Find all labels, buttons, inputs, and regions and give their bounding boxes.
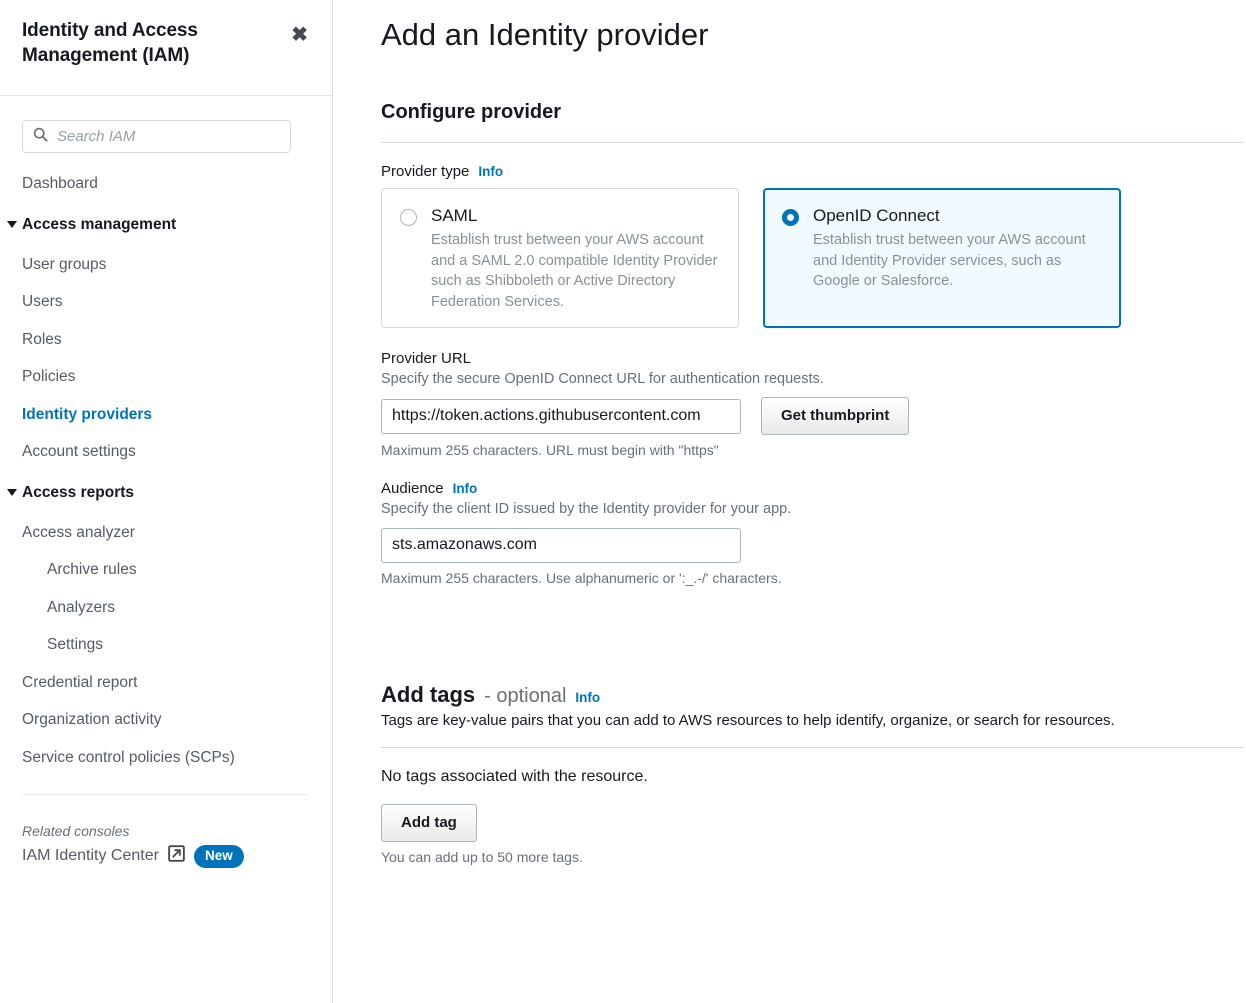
radio-card-openid-connect[interactable]: OpenID Connect Establish trust between y… <box>763 188 1121 328</box>
provider-url-input[interactable] <box>381 398 741 434</box>
provider-url-label: Provider URL <box>381 349 472 367</box>
sidebar-item-credential-report[interactable]: Credential report <box>22 664 310 702</box>
related-consoles-label: Related consoles <box>22 823 130 839</box>
section-divider <box>381 142 1244 144</box>
audience-description: Specify the client ID issued by the Iden… <box>381 501 792 518</box>
tags-title-row: Add tags - optional Info <box>381 682 1246 708</box>
sidebar-item-users[interactable]: Users <box>22 283 310 321</box>
sidebar-item-access-analyzer[interactable]: Access analyzer <box>22 514 310 552</box>
sidebar-item-settings[interactable]: Settings <box>22 626 310 664</box>
tags-title: Add tags <box>381 681 476 707</box>
tags-divider <box>381 746 1244 748</box>
page-title: Add an Identity provider <box>381 17 709 52</box>
sidebar-group-label: Access management <box>22 215 177 233</box>
chevron-down-icon <box>7 221 17 228</box>
search-icon <box>33 127 48 147</box>
sidebar-group-access-management[interactable]: Access management <box>7 203 310 246</box>
search-input[interactable] <box>48 127 248 146</box>
sidebar-item-dashboard[interactable]: Dashboard <box>22 165 310 203</box>
sidebar-group-label: Access reports <box>22 483 135 501</box>
audience-label-row: Audience Info <box>381 480 1246 497</box>
app-root: Identity and Access Management (IAM) ✖ D… <box>0 0 1246 1003</box>
provider-url-hint: Maximum 255 characters. URL must begin w… <box>381 442 719 459</box>
status-badge-new: New <box>193 845 244 868</box>
sidebar-item-service-control-policies[interactable]: Service control policies (SCPs) <box>22 739 310 777</box>
radio-card-openid-connect-title: OpenID Connect <box>813 206 940 226</box>
sidebar-header: Identity and Access Management (IAM) ✖ <box>0 0 332 96</box>
tags-empty-message: No tags associated with the resource. <box>381 767 648 785</box>
provider-url-description: Specify the secure OpenID Connect URL fo… <box>381 370 824 387</box>
sidebar-title: Identity and Access Management (IAM) <box>22 20 198 67</box>
external-link-icon[interactable] <box>168 845 185 867</box>
sidebar-item-policies[interactable]: Policies <box>22 358 310 396</box>
sidebar-item-account-settings[interactable]: Account settings <box>22 433 310 471</box>
radio-button-openid-connect[interactable] <box>782 209 799 227</box>
sidebar-body: Dashboard Access management User groups … <box>0 96 332 868</box>
sidebar-item-organization-activity[interactable]: Organization activity <box>22 701 310 739</box>
audience-label: Audience <box>381 480 444 498</box>
sidebar-item-identity-providers[interactable]: Identity providers <box>22 396 310 434</box>
related-consoles-row: IAM Identity Center New <box>22 845 310 868</box>
related-console-iam-identity-center[interactable]: IAM Identity Center <box>22 847 159 865</box>
audience-input-row <box>381 527 1246 563</box>
radio-card-saml-title: SAML <box>431 206 478 226</box>
radio-card-openid-connect-description: Establish trust between your AWS account… <box>813 232 1086 290</box>
provider-type-label-row: Provider type Info <box>381 163 1246 180</box>
sidebar-item-roles[interactable]: Roles <box>22 321 310 359</box>
audience-input[interactable] <box>381 527 741 563</box>
sidebar-item-analyzers[interactable]: Analyzers <box>22 589 310 627</box>
tags-optional-label: - optional <box>484 684 567 707</box>
section-title-configure-provider: Configure provider <box>381 101 562 124</box>
close-icon[interactable]: ✖ <box>287 23 312 47</box>
info-link-tags[interactable]: Info <box>575 690 600 705</box>
provider-type-label: Provider type <box>381 163 470 181</box>
tags-limit-hint: You can add up to 50 more tags. <box>381 848 583 865</box>
sidebar-item-user-groups[interactable]: User groups <box>22 246 310 284</box>
get-thumbprint-button[interactable]: Get thumbprint <box>761 397 910 436</box>
audience-hint: Maximum 255 characters. Use alphanumeric… <box>381 569 782 586</box>
chevron-down-icon <box>7 489 17 496</box>
sidebar-item-archive-rules[interactable]: Archive rules <box>22 551 310 589</box>
provider-url-label-row: Provider URL <box>381 350 1246 367</box>
info-link-audience[interactable]: Info <box>453 481 478 496</box>
radio-button-saml[interactable] <box>400 209 417 227</box>
sidebar: Identity and Access Management (IAM) ✖ D… <box>0 0 333 1003</box>
info-link-provider-type[interactable]: Info <box>478 164 503 179</box>
search-box[interactable] <box>22 120 291 153</box>
provider-type-radio-group: SAML Establish trust between your AWS ac… <box>381 188 1246 328</box>
tags-description: Tags are key-value pairs that you can ad… <box>381 711 1115 729</box>
main-content: Add an Identity provider Configure provi… <box>333 0 1246 1003</box>
sidebar-group-access-reports[interactable]: Access reports <box>7 471 310 514</box>
provider-url-input-row: Get thumbprint <box>381 397 1246 436</box>
add-tag-button[interactable]: Add tag <box>381 803 477 842</box>
radio-card-saml[interactable]: SAML Establish trust between your AWS ac… <box>381 188 739 328</box>
radio-card-saml-description: Establish trust between your AWS account… <box>431 232 718 311</box>
